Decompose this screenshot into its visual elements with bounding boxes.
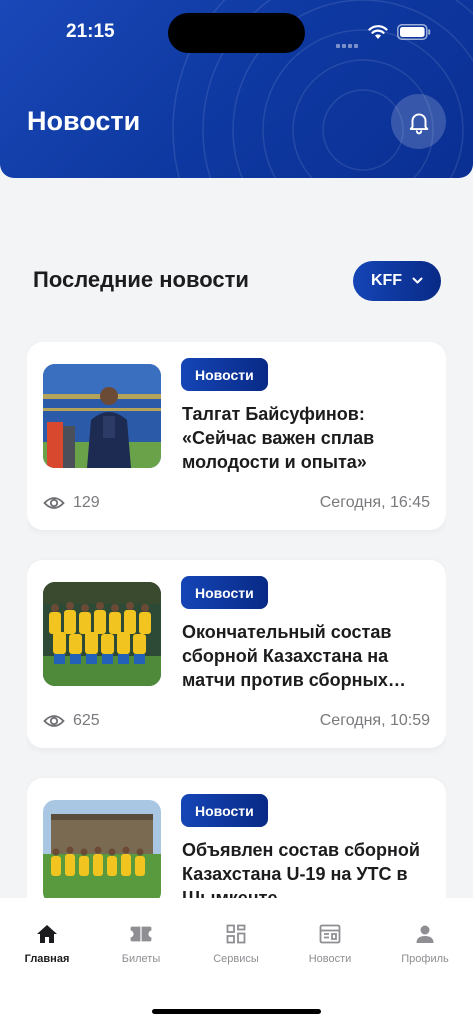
newspaper-icon bbox=[319, 924, 341, 944]
news-category-badge: Новости bbox=[181, 794, 268, 827]
profile-icon bbox=[416, 925, 434, 943]
news-category-badge: Новости bbox=[181, 358, 268, 391]
bottom-tab-bar: Главная Билеты Сервисы Новости Профиль bbox=[0, 898, 473, 1024]
wifi-icon bbox=[368, 25, 388, 39]
header: 21:15 Новости bbox=[0, 0, 473, 178]
news-category-badge: Новости bbox=[181, 576, 268, 609]
news-feed[interactable]: Новости Талгат Байсуфинов: «Сейчас важен… bbox=[27, 342, 446, 898]
views-counter: 625 bbox=[43, 712, 100, 730]
views-count: 625 bbox=[73, 712, 100, 729]
filter-label: KFF bbox=[370, 272, 403, 289]
dynamic-island bbox=[168, 13, 305, 53]
tab-label: Сервисы bbox=[213, 953, 259, 965]
news-card[interactable]: Новости Объявлен состав сборной Казахста… bbox=[27, 778, 446, 898]
eye-icon bbox=[43, 497, 65, 509]
news-card[interactable]: Новости Окончательный состав сборной Каз… bbox=[27, 560, 446, 748]
tab-label: Билеты bbox=[121, 953, 161, 965]
status-bar: 21:15 bbox=[0, 0, 473, 64]
tab-news[interactable]: Новости bbox=[283, 924, 377, 965]
tab-label: Главная bbox=[24, 953, 70, 965]
ticket-icon bbox=[129, 925, 153, 943]
views-counter: 129 bbox=[43, 494, 100, 512]
page-title: Новости bbox=[27, 106, 141, 136]
news-title[interactable]: Окончательный состав сборной Казахстана … bbox=[182, 620, 434, 692]
views-count: 129 bbox=[73, 494, 100, 511]
news-thumbnail-coach bbox=[43, 364, 161, 468]
notifications-button[interactable] bbox=[391, 94, 446, 149]
tab-label: Новости bbox=[308, 953, 352, 965]
section-title: Последние новости bbox=[33, 267, 249, 292]
tab-tickets[interactable]: Билеты bbox=[94, 924, 188, 965]
chevron-down-icon bbox=[412, 277, 423, 284]
news-thumbnail-u19-team bbox=[43, 800, 161, 898]
signal-icon bbox=[336, 35, 360, 48]
tab-label: Профиль bbox=[401, 953, 449, 965]
news-title[interactable]: Объявлен состав сборной Казахстана U-19 … bbox=[182, 838, 434, 898]
news-date: Сегодня, 10:59 bbox=[319, 712, 430, 729]
news-title[interactable]: Талгат Байсуфинов: «Сейчас важен сплав м… bbox=[182, 402, 434, 474]
status-time: 21:15 bbox=[66, 21, 115, 42]
news-card[interactable]: Новости Талгат Байсуфинов: «Сейчас важен… bbox=[27, 342, 446, 530]
home-icon bbox=[37, 925, 57, 943]
tab-services[interactable]: Сервисы bbox=[189, 924, 283, 965]
federation-filter-dropdown[interactable]: KFF bbox=[353, 261, 441, 301]
eye-icon bbox=[43, 715, 65, 727]
bell-icon bbox=[409, 112, 428, 134]
battery-icon bbox=[397, 24, 431, 40]
tab-profile[interactable]: Профиль bbox=[378, 924, 472, 965]
news-date: Сегодня, 16:45 bbox=[319, 494, 430, 511]
home-indicator[interactable] bbox=[152, 1009, 321, 1014]
tab-home[interactable]: Главная bbox=[0, 924, 94, 965]
grid-icon bbox=[226, 924, 246, 944]
news-thumbnail-team bbox=[43, 582, 161, 686]
